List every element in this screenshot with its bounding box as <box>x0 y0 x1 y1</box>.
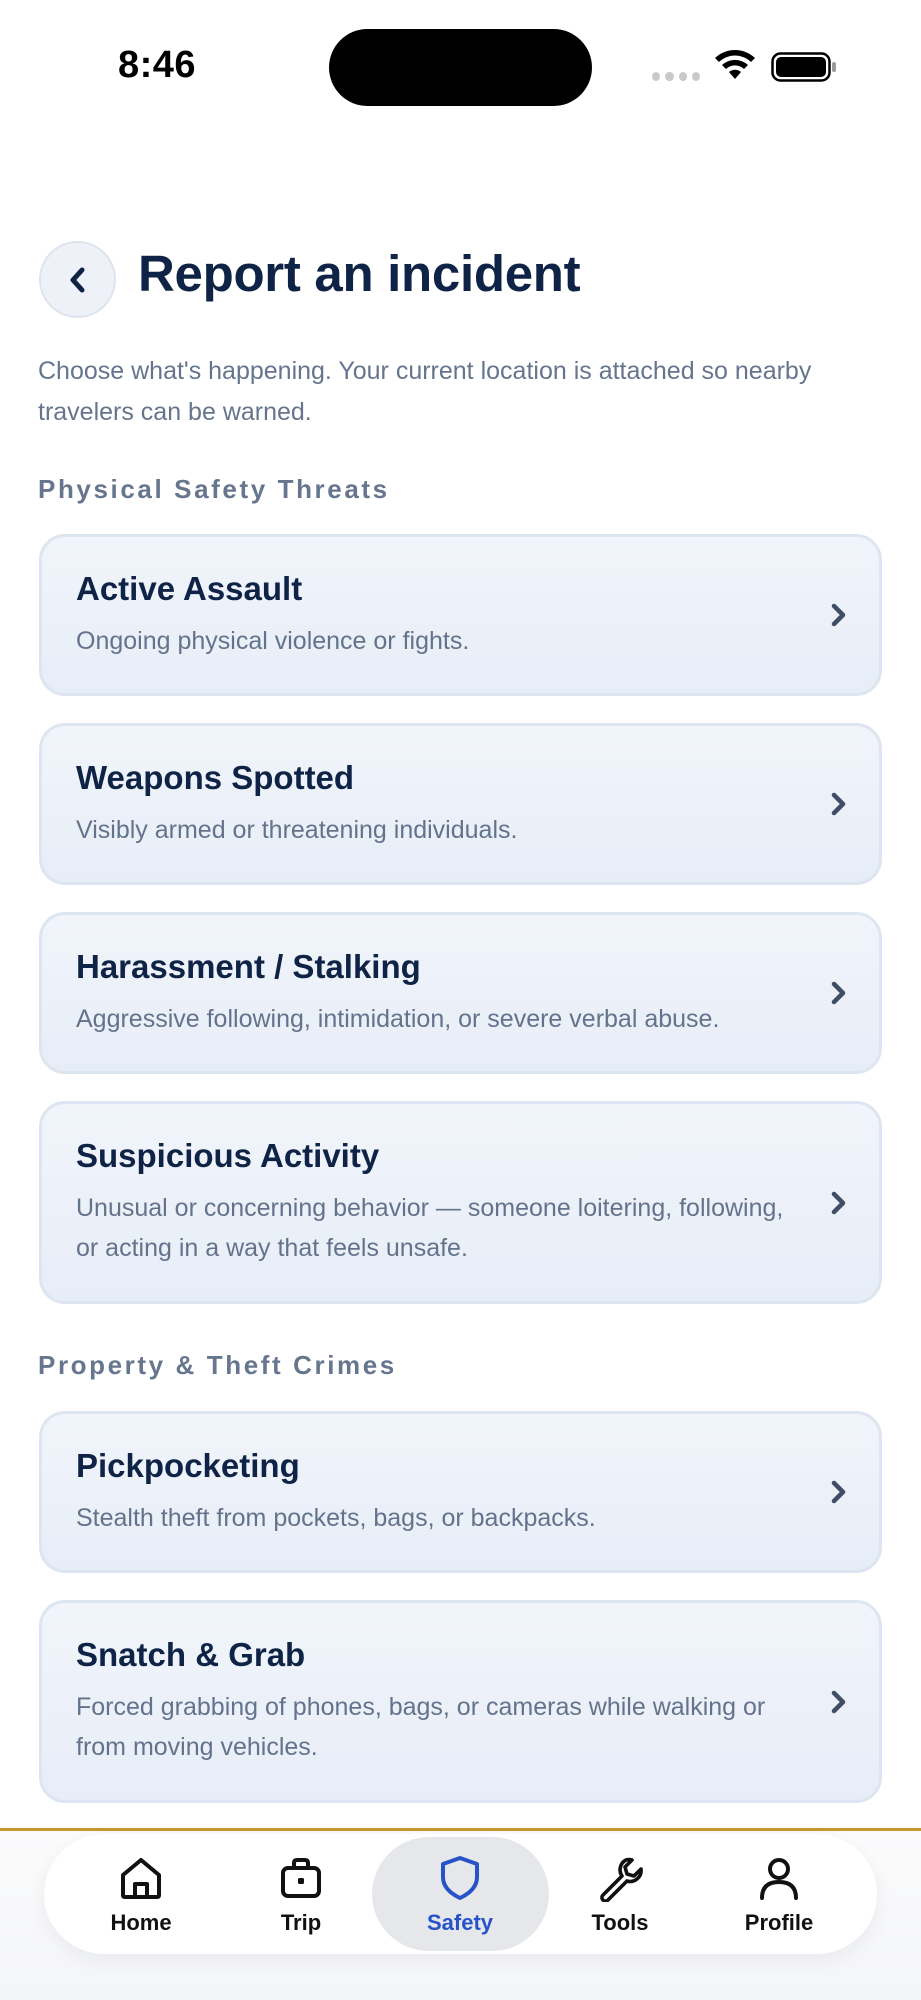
battery-icon <box>771 52 836 82</box>
option-title: Harassment / Stalking <box>76 948 421 985</box>
section-title-property-theft: Property & Theft Crimes <box>38 1350 397 1380</box>
option-title: Active Assault <box>76 570 303 607</box>
nav-label-profile: Profile <box>744 1910 814 1935</box>
intro-text: Choose what's happening. Your current lo… <box>38 357 812 426</box>
nav-label-tools: Tools <box>591 1910 649 1935</box>
person-icon <box>760 1858 798 1900</box>
option-title: Weapons Spotted <box>76 759 355 796</box>
page-title: Report an incident <box>138 245 581 302</box>
briefcase-icon <box>281 1858 321 1898</box>
option-description: Aggressive following, intimidation, or s… <box>76 1005 720 1033</box>
dynamic-island <box>329 29 592 106</box>
chevron-right-icon <box>831 792 846 816</box>
wifi-icon <box>715 50 755 79</box>
shield-icon <box>441 1856 479 1900</box>
option-description: Unusual or concerning behavior — someone… <box>76 1194 784 1262</box>
incident-option-pickpocketing[interactable]: Pickpocketing Stealth theft from pockets… <box>39 1411 882 1573</box>
chevron-right-icon <box>831 1480 846 1504</box>
incident-option-snatch-and-grab[interactable]: Snatch & Grab Forced grabbing of phones,… <box>39 1600 882 1803</box>
option-description: Stealth theft from pockets, bags, or bac… <box>76 1504 596 1532</box>
nav-label-safety: Safety <box>426 1910 494 1935</box>
chevron-right-icon <box>831 1690 846 1713</box>
option-description: Forced grabbing of phones, bags, or came… <box>76 1693 766 1761</box>
nav-item-home[interactable]: Home <box>71 1834 211 1954</box>
back-button[interactable] <box>39 241 116 318</box>
nav-item-safety[interactable]: Safety <box>390 1834 530 1954</box>
option-title: Pickpocketing <box>76 1447 300 1484</box>
wrench-icon <box>600 1857 643 1902</box>
cellular-signal-icon <box>652 72 700 82</box>
option-title: Snatch & Grab <box>76 1636 306 1673</box>
incident-option-weapons-spotted[interactable]: Weapons Spotted Visibly armed or threate… <box>39 723 882 885</box>
option-description: Visibly armed or threatening individuals… <box>76 816 518 844</box>
incident-option-suspicious-activity[interactable]: Suspicious Activity Unusual or concernin… <box>39 1101 882 1304</box>
nav-label-home: Home <box>110 1910 172 1935</box>
incident-option-harassment-stalking[interactable]: Harassment / Stalking Aggressive followi… <box>39 912 882 1074</box>
status-time: 8:46 <box>118 44 197 86</box>
option-description: Ongoing physical violence or fights. <box>76 627 470 655</box>
nav-label-trip: Trip <box>280 1910 322 1935</box>
screen: 8:46 Report an incident Choose what's ha… <box>0 0 921 2000</box>
nav-item-trip[interactable]: Trip <box>231 1834 371 1954</box>
chevron-right-icon <box>831 981 846 1005</box>
nav-item-profile[interactable]: Profile <box>709 1834 849 1954</box>
chevron-left-icon <box>70 267 84 292</box>
nav-item-tools[interactable]: Tools <box>550 1834 690 1954</box>
incident-option-active-assault[interactable]: Active Assault Ongoing physical violence… <box>39 534 882 696</box>
option-title: Suspicious Activity <box>76 1137 380 1174</box>
chevron-right-icon <box>831 1191 846 1214</box>
chevron-right-icon <box>831 603 846 627</box>
home-icon <box>121 1858 161 1899</box>
section-title-physical-safety: Physical Safety Threats <box>38 474 390 504</box>
